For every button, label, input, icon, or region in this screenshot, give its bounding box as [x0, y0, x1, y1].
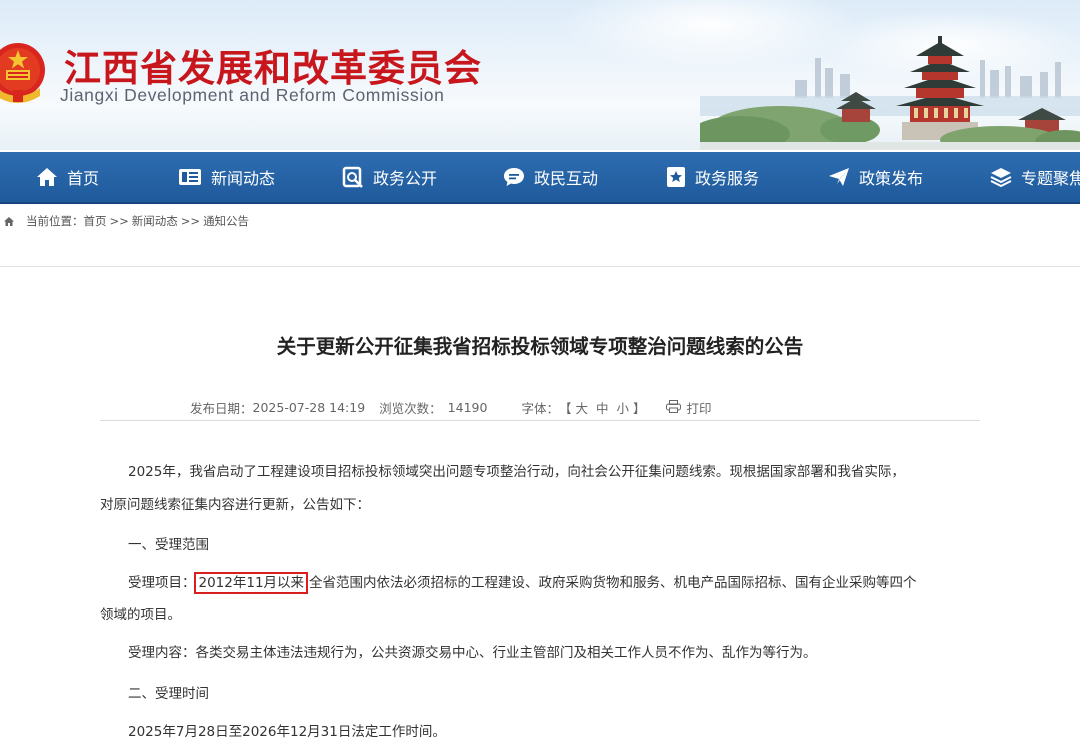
breadcrumb-link-news[interactable]: 新闻动态	[132, 213, 178, 229]
view-count-label: 浏览次数：	[379, 401, 442, 416]
nav-item-label: 专题聚焦	[1021, 169, 1080, 188]
bracket-close: 】	[633, 401, 646, 416]
nav-item-home[interactable]: 首页	[36, 152, 99, 202]
home-icon	[37, 168, 57, 186]
breadcrumb-home-icon	[4, 216, 14, 226]
nav-item-label: 政务服务	[695, 169, 760, 188]
content-paragraph: 受理内容：各类交易主体违法违规行为，公共资源交易中心、行业主管部门及相关工作人员…	[128, 641, 817, 661]
publish-date: 2025-07-28 14:19	[252, 400, 366, 415]
publish-date-label: 发布日期：	[190, 401, 253, 416]
breadcrumb-prefix: 当前位置：	[26, 214, 84, 228]
nav-item-label: 首页	[67, 169, 100, 188]
send-icon	[829, 168, 849, 186]
print-button[interactable]: 打印	[665, 398, 712, 417]
nav-item-policy-release[interactable]: 政策发布	[828, 152, 923, 202]
nav-item-news[interactable]: 新闻动态	[178, 152, 275, 202]
bracket-open: 【	[558, 401, 572, 416]
site-subtitle: Jiangxi Development and Reform Commissio…	[60, 85, 445, 105]
nav-item-interaction[interactable]: 政民互动	[503, 152, 598, 202]
font-size-small-button[interactable]: 小	[617, 398, 630, 417]
print-label: 打印	[686, 401, 712, 416]
scope-paragraph-line-2: 领域的项目。	[100, 607, 181, 623]
pavilion-skyline-illustration	[700, 36, 1080, 150]
bookmark-star-icon	[667, 167, 685, 187]
intro-paragraph-line-1: 2025年，我省启动了工程建设项目招标投标领域突出问题专项整治行动，向社会公开征…	[128, 464, 905, 480]
intro-paragraph-line-2: 对原问题线索征集内容进行更新，公告如下：	[100, 497, 370, 513]
nav-item-gov-services[interactable]: 政务服务	[666, 152, 759, 202]
font-size-medium-button[interactable]: 中	[596, 398, 609, 417]
breadcrumb-separator: >>	[109, 214, 129, 228]
section-heading-scope: 一、受理范围	[128, 537, 209, 553]
breadcrumb-link-notices[interactable]: 通知公告	[203, 213, 249, 229]
nav-item-label: 政务公开	[373, 169, 438, 188]
content-text: 各类交易主体违法违规行为，公共资源交易中心、行业主管部门及相关工作人员不作为、乱…	[195, 645, 817, 661]
scope-paragraph: 受理项目： 2012年11月以来 全省范围内依法必须招标的工程建设、政府采购货物和服…	[128, 571, 917, 594]
national-emblem-icon	[0, 43, 45, 103]
news-icon	[179, 169, 201, 185]
section-heading-time: 二、受理时间	[128, 686, 209, 702]
meta-divider	[100, 420, 980, 421]
nav-item-gov-affairs-public[interactable]: 政务公开	[342, 152, 437, 202]
article-meta: 发布日期： 2025-07-28 14:19 浏览次数： 14190 字体： 【…	[190, 398, 712, 417]
view-count: 14190	[447, 400, 488, 415]
document-search-icon	[342, 166, 363, 188]
highlighted-date-range: 2012年11月以来	[193, 572, 309, 594]
content-divider	[0, 266, 1080, 267]
main-nav: 首页 新闻动态 政务公开 政民互动 政务服务 政策发布 专题聚焦	[0, 152, 1080, 204]
scope-label: 受理项目：	[128, 575, 196, 591]
font-size-label: 字体：	[521, 401, 559, 416]
layers-icon	[990, 168, 1012, 187]
font-size-large-button[interactable]: 大	[575, 398, 588, 417]
content-label: 受理内容：	[128, 645, 196, 661]
scope-text: 全省范围内依法必须招标的工程建设、政府采购货物和服务、机电产品国际招标、国有企业…	[309, 575, 917, 591]
breadcrumb-separator: >>	[180, 214, 201, 228]
chat-icon	[504, 168, 524, 186]
nav-item-topics[interactable]: 专题聚焦	[990, 152, 1080, 202]
time-paragraph: 2025年7月28日至2026年12月31日法定工作时间。	[128, 724, 446, 740]
printer-icon	[665, 400, 681, 413]
breadcrumb: 当前位置： 首页 >> 新闻动态 >> 通知公告	[0, 204, 1080, 238]
nav-item-label: 政策发布	[859, 169, 924, 188]
breadcrumb-link-home[interactable]: 首页	[84, 213, 107, 229]
site-banner: 江西省发展和改革委员会 Jiangxi Development and Refo…	[0, 0, 1080, 150]
site-title: 江西省发展和改革委员会	[64, 47, 482, 90]
nav-item-label: 政民互动	[534, 169, 599, 188]
article-title: 关于更新公开征集我省招标投标领域专项整治问题线索的公告	[276, 335, 804, 358]
nav-item-label: 新闻动态	[211, 169, 276, 188]
